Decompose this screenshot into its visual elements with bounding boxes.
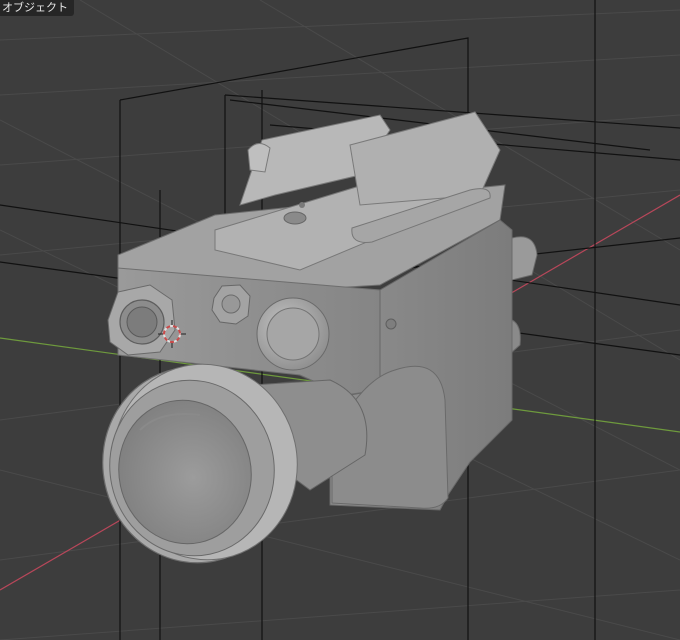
side-screw bbox=[385, 318, 397, 330]
3d-viewport[interactable]: オブジェクト bbox=[0, 0, 680, 640]
lens-barrel[interactable] bbox=[85, 347, 368, 580]
small-knob[interactable] bbox=[107, 284, 176, 356]
rail-hole bbox=[283, 211, 307, 225]
viewport-scene[interactable] bbox=[0, 0, 680, 640]
side-tab[interactable] bbox=[511, 236, 538, 281]
camera-model[interactable] bbox=[85, 111, 538, 580]
mode-label: オブジェクト bbox=[0, 0, 74, 16]
large-knob[interactable] bbox=[256, 297, 330, 371]
